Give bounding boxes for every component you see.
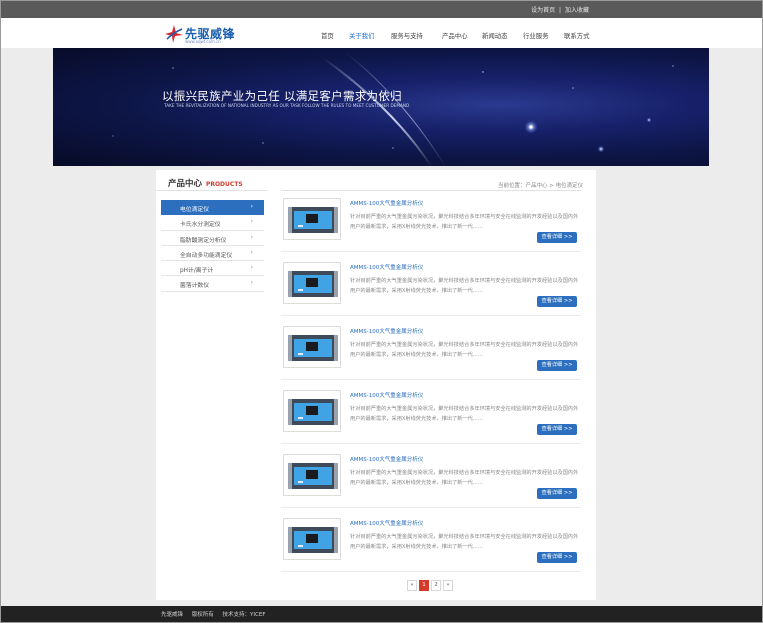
sidebar-item-ph-meter[interactable]: pH计/离子计 › [161, 261, 264, 277]
product-thumbnail[interactable] [283, 198, 341, 240]
pagination-page-2[interactable]: 2 [431, 580, 441, 591]
product-thumbnail[interactable] [283, 518, 341, 560]
product-item: AMMS-100大气重金属分析仪 针对目前严重的大气重金属污染状况，聚光科技结合… [281, 256, 581, 316]
sidebar-item-label: 卡氏水分测定仪 [180, 222, 221, 229]
footer-company: 先驱威锋 [161, 612, 184, 618]
site-footer: 先驱威锋 版权所有 技术支持：YICEF [1, 606, 762, 622]
view-details-button[interactable]: 查看详细 >> [537, 424, 577, 435]
nav-item-home[interactable]: 首页 [321, 31, 334, 40]
sidebar-item-label: 全自动多功能滴定仪 [180, 252, 233, 259]
chevron-right-icon: › [250, 233, 253, 241]
product-thumbnail[interactable] [283, 262, 341, 304]
sidebar-menu: 电位滴定仪 › 卡氏水分测定仪 › 脂肪酸测定分析仪 › 全自动多功能滴定仪 ›… [161, 200, 264, 292]
pagination-next-button[interactable]: » [443, 580, 453, 591]
chevron-right-icon: › [250, 203, 253, 210]
nav-item-contact[interactable]: 联系方式 [564, 31, 590, 40]
chevron-right-icon: › [250, 264, 253, 272]
product-thumbnail[interactable] [283, 390, 341, 432]
chevron-right-icon: › [250, 279, 253, 287]
logo-mark-icon [165, 25, 183, 43]
sidebar-title-cn: 产品中心 [168, 179, 203, 189]
product-title-link[interactable]: AMMS-100大气重金属分析仪 [350, 327, 423, 335]
product-item: AMMS-100大气重金属分析仪 针对目前严重的大气重金属污染状况，聚光科技结合… [281, 320, 581, 380]
chevron-right-icon: › [250, 218, 253, 226]
product-description: 针对目前严重的大气重金属污染状况，聚光科技结合多年环境与安全在线监测的开发经验以… [350, 342, 579, 358]
nav-item-industry[interactable]: 行业服务 [523, 31, 549, 40]
nav-item-news[interactable]: 新闻动态 [482, 31, 508, 40]
product-title-link[interactable]: AMMS-100大气重金属分析仪 [350, 455, 423, 463]
footer-support: 技术支持：YICEF [222, 612, 266, 618]
product-item: AMMS-100大气重金属分析仪 针对目前严重的大气重金属污染状况，聚光科技结合… [281, 512, 581, 572]
chevron-right-icon: › [250, 248, 253, 256]
product-item: AMMS-100大气重金属分析仪 针对目前严重的大气重金属污染状况，聚光科技结合… [281, 192, 581, 252]
banner-title: 以振兴民族产业为己任 以满足客户需求为依归 [162, 89, 402, 103]
product-description: 针对目前严重的大气重金属污染状况，聚光科技结合多年环境与安全在线监测的开发经验以… [350, 406, 579, 422]
view-details-button[interactable]: 查看详细 >> [537, 360, 577, 371]
sidebar-item-karl-fischer[interactable]: 卡氏水分测定仪 › [161, 215, 264, 231]
sidebar-heading: 产品中心 PRODUCTS [168, 177, 243, 189]
main-divider [281, 190, 581, 191]
product-item: AMMS-100大气重金属分析仪 针对目前严重的大气重金属污染状况，聚光科技结合… [281, 384, 581, 444]
product-title-link[interactable]: AMMS-100大气重金属分析仪 [350, 391, 423, 399]
site-logo[interactable]: 先驱威锋 www.xqwf.com.cn [164, 24, 244, 46]
sidebar-item-label: 电位滴定仪 [180, 207, 209, 213]
view-details-button[interactable]: 查看详细 >> [537, 552, 577, 563]
analyzer-device-icon [288, 399, 338, 425]
add-favorite-link[interactable]: 加入收藏 [565, 7, 589, 14]
product-item: AMMS-100大气重金属分析仪 针对目前严重的大气重金属污染状况，聚光科技结合… [281, 448, 581, 508]
product-description: 针对目前严重的大气重金属污染状况，聚光科技结合多年环境与安全在线监测的开发经验以… [350, 534, 579, 550]
top-links-separator: | [559, 7, 562, 14]
analyzer-device-icon [288, 463, 338, 489]
sidebar-item-colony-counter[interactable]: 菌落计数仪 › [161, 276, 264, 292]
product-description: 针对目前严重的大气重金属污染状况，聚光科技结合多年环境与安全在线监测的开发经验以… [350, 214, 579, 230]
sidebar-divider [157, 190, 267, 191]
footer-text: 先驱威锋 版权所有 技术支持：YICEF [161, 610, 273, 618]
nav-item-products[interactable]: 产品中心 [442, 31, 468, 40]
analyzer-device-icon [288, 207, 338, 233]
banner-subtitle: TAKE THE REVITALIZATION OF NATIONAL INDU… [164, 103, 410, 108]
analyzer-device-icon [288, 335, 338, 361]
site-header: 先驱威锋 www.xqwf.com.cn 首页 关于我们 服务与支持 产品中心 … [1, 18, 762, 48]
product-title-link[interactable]: AMMS-100大气重金属分析仪 [350, 519, 423, 527]
set-home-link[interactable]: 设为首页 [531, 7, 555, 14]
sidebar-item-label: pH计/离子计 [180, 268, 214, 275]
analyzer-device-icon [288, 271, 338, 297]
view-details-button[interactable]: 查看详细 >> [537, 296, 577, 307]
breadcrumb: 当前位置：产品中心 > 电位滴定仪 [498, 183, 584, 189]
sidebar-item-fatty-acid[interactable]: 脂肪酸测定分析仪 › [161, 230, 264, 246]
analyzer-device-icon [288, 527, 338, 553]
top-bar: 设为首页 | 加入收藏 [1, 1, 762, 18]
sidebar-item-label: 菌落计数仪 [180, 283, 209, 290]
nav-item-about[interactable]: 关于我们 [349, 31, 375, 40]
logo-url: www.xqwf.com.cn [185, 39, 221, 44]
sidebar-item-potentiometric-titrator[interactable]: 电位滴定仪 › [161, 200, 264, 216]
top-links: 设为首页 | 加入收藏 [530, 5, 590, 14]
footer-rights: 版权所有 [191, 612, 214, 618]
sidebar-title-en: PRODUCTS [205, 181, 243, 188]
nav-item-service[interactable]: 服务与支持 [391, 31, 423, 40]
product-title-link[interactable]: AMMS-100大气重金属分析仪 [350, 199, 423, 207]
product-description: 针对目前严重的大气重金属污染状况，聚光科技结合多年环境与安全在线监测的开发经验以… [350, 470, 579, 486]
hero-banner: 以振兴民族产业为己任 以满足客户需求为依归 TAKE THE REVITALIZ… [53, 48, 709, 166]
product-thumbnail[interactable] [283, 454, 341, 496]
view-details-button[interactable]: 查看详细 >> [537, 232, 577, 243]
pagination-page-1[interactable]: 1 [419, 580, 429, 591]
product-description: 针对目前严重的大气重金属污染状况，聚光科技结合多年环境与安全在线监测的开发经验以… [350, 278, 579, 294]
product-thumbnail[interactable] [283, 326, 341, 368]
view-details-button[interactable]: 查看详细 >> [537, 488, 577, 499]
sidebar-item-auto-titrator[interactable]: 全自动多功能滴定仪 › [161, 245, 264, 262]
sidebar-item-label: 脂肪酸测定分析仪 [180, 237, 227, 244]
product-title-link[interactable]: AMMS-100大气重金属分析仪 [350, 263, 423, 271]
pagination-prev-button[interactable]: « [407, 580, 417, 591]
